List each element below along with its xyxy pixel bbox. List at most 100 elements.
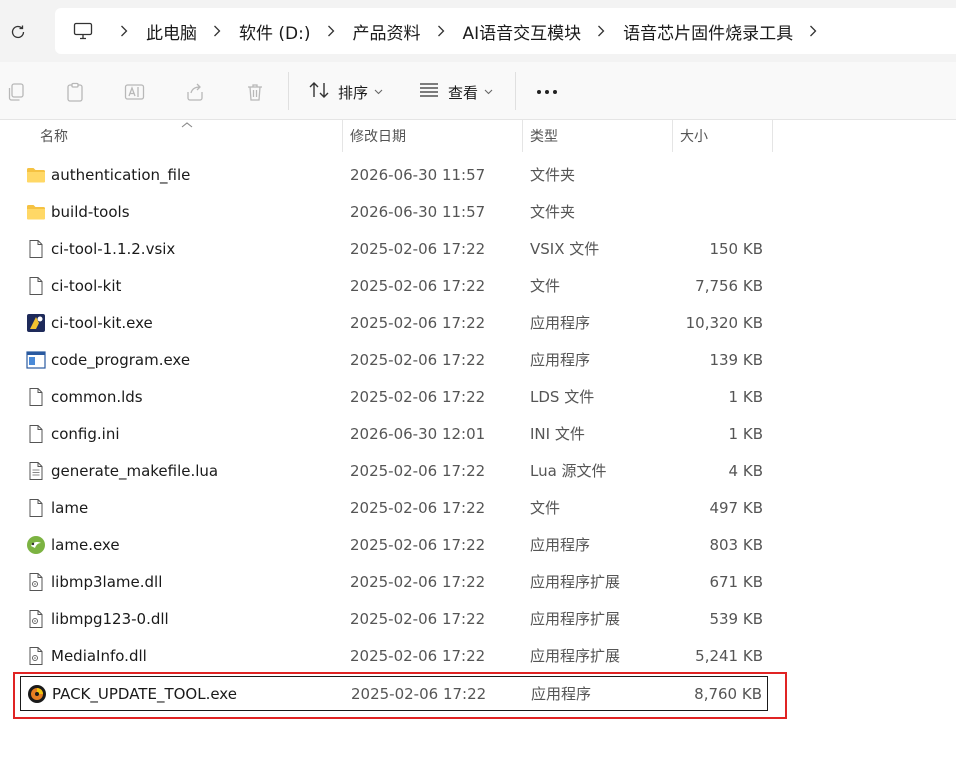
toolbar-divider	[288, 72, 289, 110]
file-size: 5,241 KB	[695, 647, 763, 665]
chevron-right-icon[interactable]	[594, 21, 608, 41]
sort-button[interactable]: 排序	[308, 78, 383, 106]
paste-icon[interactable]	[64, 81, 86, 103]
file-type: 文件夹	[530, 203, 576, 221]
file-row[interactable]: ci-tool-1.1.2.vsix 2025-02-06 17:22 VSIX 文…	[20, 232, 768, 267]
file-size: 1 KB	[728, 425, 763, 443]
file-size: 671 KB	[709, 573, 763, 591]
file-icon	[26, 276, 46, 296]
dll-icon	[26, 572, 46, 592]
column-modified[interactable]: 修改日期	[350, 120, 406, 152]
delete-icon[interactable]	[244, 81, 266, 103]
breadcrumb-item[interactable]: 产品资料	[353, 19, 421, 44]
column-divider[interactable]	[672, 120, 673, 152]
sort-ascending-icon	[181, 122, 193, 128]
view-label: 查看	[448, 83, 479, 102]
copy-icon[interactable]	[5, 81, 27, 103]
file-type: VSIX 文件	[530, 240, 600, 258]
file-size: 7,756 KB	[695, 277, 763, 295]
file-row[interactable]: libmp3lame.dll 2025-02-06 17:22 应用程序扩展 671 …	[20, 565, 768, 600]
app-icon	[26, 313, 46, 333]
share-icon[interactable]	[184, 81, 206, 103]
computer-icon[interactable]	[72, 20, 94, 42]
file-modified: 2025-02-06 17:22	[350, 351, 486, 369]
file-name: ci-tool-1.1.2.vsix	[51, 240, 176, 258]
chevron-right-icon[interactable]	[210, 21, 224, 41]
sort-icon	[308, 80, 330, 104]
column-type[interactable]: 类型	[530, 120, 558, 152]
file-row[interactable]: common.lds 2025-02-06 17:22 LDS 文件 1 KB	[20, 380, 768, 415]
file-modified: 2025-02-06 17:22	[350, 647, 486, 665]
file-row[interactable]: MediaInfo.dll 2025-02-06 17:22 应用程序扩展 5,241…	[20, 639, 768, 674]
file-name: ci-tool-kit.exe	[51, 314, 153, 332]
file-row[interactable]: libmpg123-0.dll 2025-02-06 17:22 应用程序扩展 539…	[20, 602, 768, 637]
file-row[interactable]: ci-tool-kit.exe 2025-02-06 17:22 应用程序 10,32…	[20, 306, 768, 341]
address-bar-area: 此电脑 软件 (D:) 产品资料 AI语音交互模块 语音芯片固件烧录工具	[0, 0, 956, 62]
view-button[interactable]: 查看	[418, 78, 493, 106]
view-icon	[418, 80, 440, 104]
file-name: code_program.exe	[51, 351, 191, 369]
file-type: 应用程序	[530, 536, 591, 554]
pack-app-icon	[27, 684, 47, 704]
more-options-icon[interactable]	[536, 82, 558, 102]
breadcrumb[interactable]: 此电脑 软件 (D:) 产品资料 AI语音交互模块 语音芯片固件烧录工具	[55, 8, 956, 54]
text-file-icon	[26, 461, 46, 481]
file-row[interactable]: PACK_UPDATE_TOOL.exe 2025-02-06 17:22 应用程序…	[20, 676, 768, 711]
file-row[interactable]: lame.exe 2025-02-06 17:22 应用程序 803 KB	[20, 528, 768, 563]
file-row[interactable]: code_program.exe 2025-02-06 17:22 应用程序 139 …	[20, 343, 768, 378]
chevron-right-icon[interactable]	[117, 21, 131, 41]
file-row[interactable]: build-tools 2026-06-30 11:57 文件夹	[20, 195, 768, 230]
file-name: libmp3lame.dll	[51, 573, 163, 591]
file-name: build-tools	[51, 203, 130, 221]
file-modified: 2026-06-30 12:01	[350, 425, 486, 443]
chevron-right-icon[interactable]	[324, 21, 338, 41]
file-row[interactable]: generate_makefile.lua 2025-02-06 17:22 Lua…	[20, 454, 768, 489]
file-type: 应用程序扩展	[530, 573, 621, 591]
folder-icon	[26, 165, 46, 185]
breadcrumb-item[interactable]: 此电脑	[146, 19, 197, 44]
dll-icon	[26, 609, 46, 629]
file-icon	[26, 387, 46, 407]
file-name: config.ini	[51, 425, 120, 443]
column-divider[interactable]	[342, 120, 343, 152]
file-name: lame.exe	[51, 536, 120, 554]
chevron-right-icon[interactable]	[434, 21, 448, 41]
column-name[interactable]: 名称	[40, 120, 68, 152]
file-row[interactable]: authentication_file 2026-06-30 11:57 文件夹	[20, 158, 768, 193]
file-type: Lua 源文件	[530, 462, 607, 480]
breadcrumb-item[interactable]: 软件 (D:)	[239, 19, 311, 44]
file-modified: 2025-02-06 17:22	[350, 388, 486, 406]
file-size: 10,320 KB	[685, 314, 763, 332]
folder-icon	[26, 202, 46, 222]
rename-icon[interactable]	[124, 81, 146, 103]
file-icon	[26, 239, 46, 259]
file-type: 文件	[530, 499, 561, 517]
file-type: 应用程序扩展	[530, 610, 621, 628]
file-modified: 2026-06-30 11:57	[350, 203, 486, 221]
file-size: 4 KB	[728, 462, 763, 480]
breadcrumb-item[interactable]: 语音芯片固件烧录工具	[623, 19, 793, 44]
file-size: 803 KB	[709, 536, 763, 554]
file-modified: 2025-02-06 17:22	[350, 277, 486, 295]
file-name: MediaInfo.dll	[51, 647, 147, 665]
column-size[interactable]: 大小	[680, 120, 708, 152]
file-size: 1 KB	[728, 388, 763, 406]
file-row[interactable]: config.ini 2026-06-30 12:01 INI 文件 1 KB	[20, 417, 768, 452]
column-header: 名称 修改日期 类型 大小	[0, 120, 956, 152]
chevron-right-icon[interactable]	[806, 21, 820, 41]
file-modified: 2026-06-30 11:57	[350, 166, 486, 184]
file-type: 文件	[530, 277, 561, 295]
column-divider[interactable]	[522, 120, 523, 152]
file-modified: 2025-02-06 17:22	[350, 314, 486, 332]
file-type: 应用程序	[531, 685, 592, 703]
file-type: 应用程序扩展	[530, 647, 621, 665]
breadcrumb-item[interactable]: AI语音交互模块	[463, 19, 582, 44]
lame-app-icon	[26, 535, 46, 555]
command-bar: 排序 查看	[0, 62, 956, 120]
file-name: common.lds	[51, 388, 143, 406]
file-type: LDS 文件	[530, 388, 595, 406]
column-divider[interactable]	[772, 120, 773, 152]
file-row[interactable]: lame 2025-02-06 17:22 文件 497 KB	[20, 491, 768, 526]
file-row[interactable]: ci-tool-kit 2025-02-06 17:22 文件 7,756 KB	[20, 269, 768, 304]
refresh-icon[interactable]	[6, 20, 30, 44]
